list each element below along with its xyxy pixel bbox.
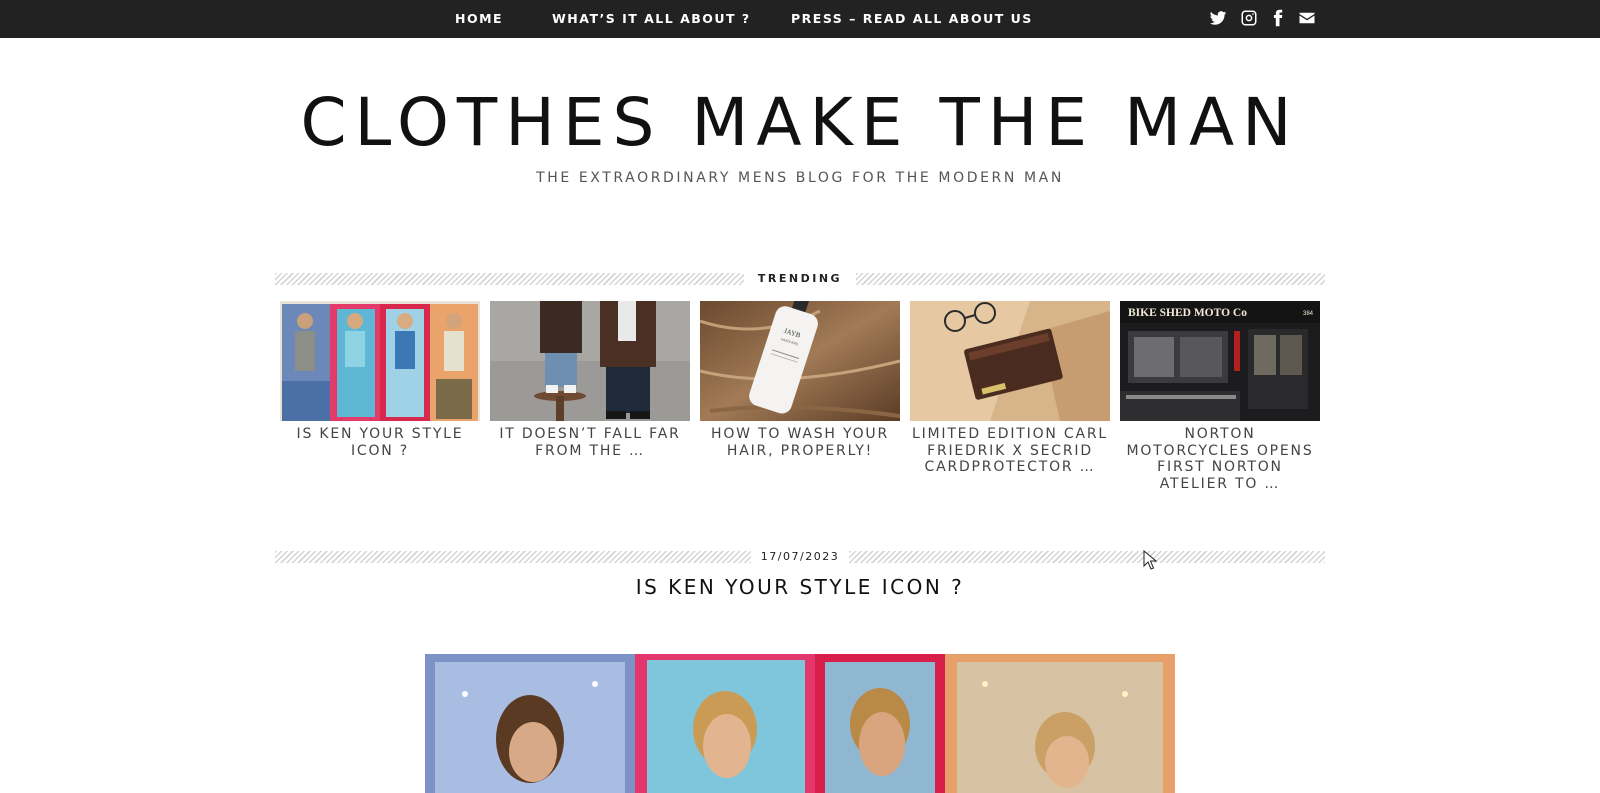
divider-stripe	[275, 273, 744, 285]
trending-thumbnail-shampoo[interactable]: JAYB HAIRCARE	[700, 301, 900, 421]
trending-thumbnail-bikeshed[interactable]: BIKE SHED MOTO Co 384	[1120, 301, 1320, 421]
mouse-cursor-icon	[1143, 550, 1157, 570]
nav-item-press[interactable]: PRESS – READ ALL ABOUT US	[791, 11, 1033, 26]
nav-item-about[interactable]: WHAT’S IT ALL ABOUT ?	[552, 11, 751, 26]
trending-card[interactable]: BIKE SHED MOTO Co 384 NORTON MOTORCYCLES…	[1120, 301, 1320, 492]
divider-stripe	[275, 551, 751, 563]
trending-thumbnail-ken[interactable]	[280, 301, 480, 421]
trending-post-title[interactable]: HOW TO WASH YOUR HAIR, PROPERLY!	[700, 426, 900, 459]
post-title[interactable]: IS KEN YOUR STYLE ICON ?	[0, 575, 1600, 599]
shop-sign-text: BIKE SHED MOTO Co	[1128, 307, 1247, 319]
site-title[interactable]: CLOTHES MAKE THE MAN	[0, 84, 1600, 161]
post-date: 17/07/2023	[760, 550, 840, 563]
trending-card[interactable]: JAYB HAIRCARE HOW TO WASH YOUR HAIR, PRO…	[700, 301, 900, 459]
shop-number-text: 384	[1303, 311, 1314, 317]
twitter-icon[interactable]	[1209, 9, 1227, 29]
facebook-icon[interactable]	[1269, 9, 1287, 29]
trending-thumbnail-cardprotector[interactable]	[910, 301, 1110, 421]
nav-item-home[interactable]: HOME	[455, 11, 503, 26]
instagram-icon[interactable]	[1240, 9, 1258, 29]
trending-card[interactable]: IS KEN YOUR STYLE ICON ?	[280, 301, 480, 459]
trending-card[interactable]: LIMITED EDITION CARL FRIEDRIK X SECRID C…	[910, 301, 1110, 476]
trending-heading: TRENDING	[757, 272, 843, 285]
divider-stripe	[856, 273, 1325, 285]
main-nav: HOME WHAT’S IT ALL ABOUT ? PRESS – READ …	[0, 0, 1600, 38]
envelope-icon[interactable]	[1298, 9, 1316, 29]
trending-post-title[interactable]: LIMITED EDITION CARL FRIEDRIK X SECRID C…	[910, 426, 1110, 476]
trending-post-title[interactable]: NORTON MOTORCYCLES OPENS FIRST NORTON AT…	[1120, 426, 1320, 492]
trending-post-title[interactable]: IT DOESN’T FALL FAR FROM THE …	[490, 426, 690, 459]
site-tagline: THE EXTRAORDINARY MENS BLOG FOR THE MODE…	[536, 170, 1064, 186]
post-hero-image[interactable]	[425, 654, 1175, 793]
trending-thumbnail-jackets[interactable]	[490, 301, 690, 421]
divider-stripe	[849, 551, 1325, 563]
trending-card[interactable]: IT DOESN’T FALL FAR FROM THE …	[490, 301, 690, 459]
trending-post-title[interactable]: IS KEN YOUR STYLE ICON ?	[280, 426, 480, 459]
top-navigation-bar: HOME WHAT’S IT ALL ABOUT ? PRESS – READ …	[0, 0, 1600, 38]
